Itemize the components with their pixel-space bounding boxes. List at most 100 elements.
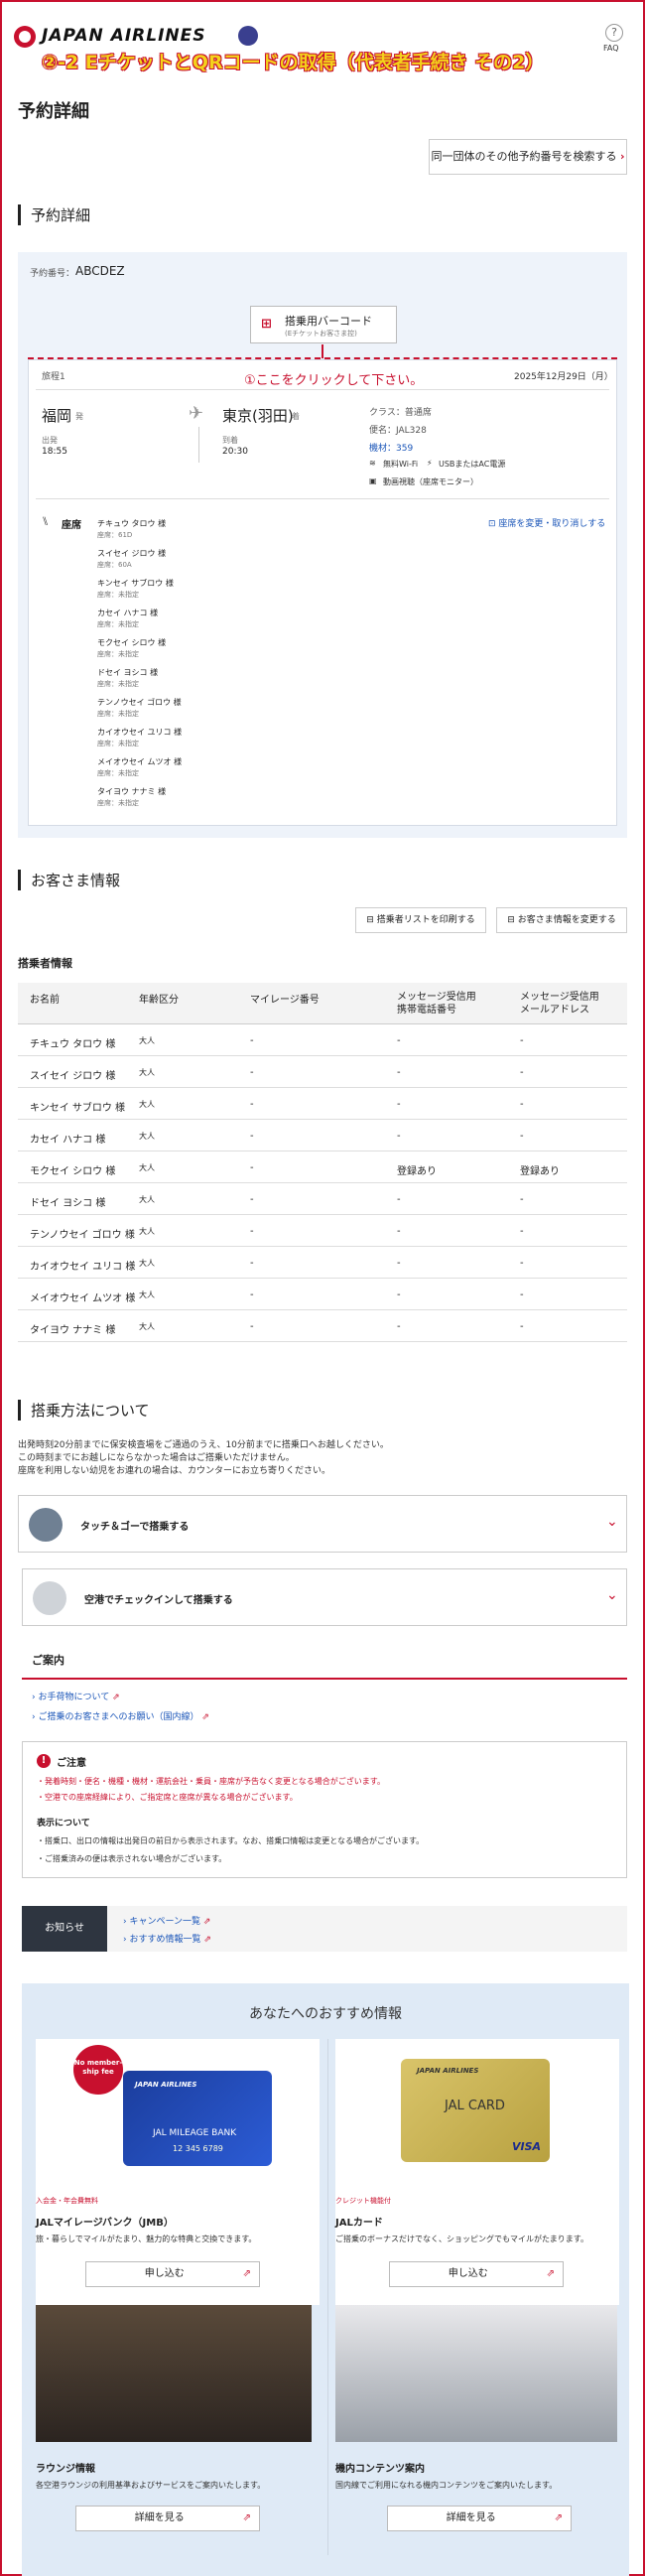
- section-customer-title: お客さま情報: [18, 870, 120, 890]
- video-label: 動画視聴（座席モニター）: [383, 477, 478, 486]
- annotation-text: ①ここをクリックして下さい。: [244, 373, 424, 388]
- airplane-icon: ✈: [189, 403, 204, 424]
- recommend-card-inflight[interactable]: 機内コンテンツ案内 国内線でご利用になれる機内コンテンツをご案内いたします。 詳…: [335, 2305, 619, 2565]
- cell-mileage: -: [250, 1226, 254, 1237]
- seat-assignment: 座席：未指定: [97, 680, 139, 688]
- details-button[interactable]: 詳細を見る ⇗: [387, 2506, 572, 2531]
- section-boarding-title: 搭乗方法について: [18, 1400, 150, 1421]
- cell-mileage: -: [250, 1321, 254, 1332]
- barcode-button[interactable]: ⊞ 搭乗用バーコード (Eチケットお客さま控): [250, 306, 397, 343]
- reservation-number: ABCDEZ: [75, 264, 125, 278]
- wifi-label: 無料Wi-Fi: [383, 460, 419, 469]
- divider: [327, 2039, 328, 2555]
- card-number: 12 345 6789: [173, 2144, 223, 2153]
- display-item-text: 搭乗口、出口の情報は出発日の前日から表示されます。なお、搭乗口情報は変更となる場…: [45, 1836, 425, 1845]
- chevron-right-icon: ›: [619, 150, 625, 163]
- change-info-button[interactable]: ⊟ お客さま情報を変更する: [496, 907, 627, 933]
- cell-name: スイセイ ジロウ 様: [30, 1071, 116, 1082]
- display-item-text: ご搭乗済みの便は表示されない場合がございます。: [45, 1854, 227, 1863]
- cell-email: -: [520, 1194, 524, 1205]
- recommend-link[interactable]: › おすすめ情報一覧 ⇗: [123, 1932, 211, 1945]
- campaign-link[interactable]: › キャンペーン一覧 ⇗: [123, 1914, 210, 1927]
- cell-name: ドセイ ヨシコ 様: [30, 1198, 106, 1209]
- guide-link-baggage[interactable]: › お手荷物について ⇗: [32, 1690, 120, 1702]
- details-button[interactable]: 詳細を見る ⇗: [75, 2506, 260, 2531]
- print-list-label: 搭乗者リストを印刷する: [376, 915, 475, 925]
- apply-button[interactable]: 申し込む ⇗: [85, 2261, 260, 2287]
- cell-age: 大人: [139, 1100, 155, 1109]
- recommend-card-jalcard[interactable]: JAPAN AIRLINES JAL CARD VISA クレジット機能付 JA…: [335, 2039, 619, 2305]
- table-row: カイオウセイ ユリコ 様大人 - - -: [18, 1247, 627, 1279]
- print-list-button[interactable]: ⊟ 搭乗者リストを印刷する: [355, 907, 486, 933]
- cell-name: タイヨウ ナナミ 様: [30, 1325, 116, 1336]
- card-desc: ご搭乗のボーナスだけでなく、ショッピングでもマイルがたまります。: [335, 2235, 588, 2243]
- seat-passenger-name: テンノウセイ ゴロウ 様: [97, 698, 182, 707]
- table-row: モクセイ シロウ 様 大人 - 登録あり 登録あり: [18, 1152, 627, 1183]
- cell-email: -: [520, 1035, 524, 1046]
- caution-item: ・空港での座席経緯により、ご指定席と座席が異なる場合がございます。: [37, 1793, 298, 1802]
- cell-phone: -: [397, 1067, 401, 1078]
- jal-crane-logo[interactable]: [14, 26, 36, 48]
- external-icon: ⇗: [546, 2268, 555, 2279]
- group-search-button[interactable]: 同一団体のその他予約番号を検索する ›: [429, 139, 627, 175]
- warning-icon: !: [37, 1754, 51, 1768]
- card-tag: 入会金・年会費無料: [36, 2197, 98, 2205]
- globe-icon[interactable]: [238, 26, 258, 46]
- seat-class: クラス：普通席: [369, 408, 432, 418]
- checkin-icon: [33, 1581, 66, 1615]
- cell-name: メイオウセイ ムツオ 様: [30, 1293, 136, 1304]
- cell-phone: -: [397, 1194, 401, 1205]
- faq-label[interactable]: FAQ: [603, 44, 619, 53]
- recommend-card-lounge[interactable]: ラウンジ情報 各空港ラウンジの利用基準およびサービスをご案内いたします。 詳細を…: [36, 2305, 320, 2565]
- divider: [36, 498, 609, 499]
- cell-phone: -: [397, 1035, 401, 1046]
- boarding-text: 出発時刻20分前までに保安検査場をご通過のうえ、10分前までに搭乗口へお越しくだ…: [18, 1439, 389, 1478]
- card-tag: クレジット機能付: [335, 2197, 391, 2205]
- guide-link-label: ご搭乗のお客さまへのお願い（国内線）: [38, 1712, 199, 1722]
- news-link-label: キャンペーン一覧: [129, 1917, 201, 1927]
- cell-name: チキュウ タロウ 様: [30, 1039, 116, 1050]
- seat-passenger-name: モクセイ シロウ 様: [97, 638, 167, 647]
- seat-assignment: 座席：未指定: [97, 740, 139, 747]
- cell-phone: -: [397, 1099, 401, 1110]
- seat-heading: 座席: [62, 520, 81, 531]
- wifi-icon: ≋: [369, 459, 376, 468]
- itinerary-label: 旅程1: [42, 372, 65, 382]
- seat-change-link[interactable]: ⊡ 座席を変更・取り消しする: [488, 516, 605, 529]
- chevron-down-icon: ⌄: [606, 1514, 618, 1530]
- cell-phone: -: [397, 1226, 401, 1237]
- cell-age: 大人: [139, 1290, 155, 1299]
- cell-email: 登録あり: [520, 1166, 560, 1177]
- external-icon: ⇗: [203, 1935, 211, 1945]
- apply-button[interactable]: 申し込む ⇗: [389, 2261, 564, 2287]
- recommend-title: あなたへのおすすめ情報: [249, 2006, 402, 2022]
- departure-time: 18:55: [42, 447, 67, 457]
- news-label: お知らせ: [22, 1906, 107, 1952]
- cell-mileage: -: [250, 1067, 254, 1078]
- cell-phone: -: [397, 1321, 401, 1332]
- seat-passenger-name: チキュウ タロウ 様: [97, 519, 167, 528]
- faq-icon[interactable]: ?: [605, 24, 623, 42]
- table-row: ドセイ ヨシコ 様 大人 - - -: [18, 1183, 627, 1215]
- recommend-card-jmb[interactable]: JAPAN AIRLINES JAL MILEAGE BANK 12 345 6…: [36, 2039, 320, 2305]
- apply-label: 申し込む: [448, 2268, 488, 2279]
- boarding-line: この時刻までにお越しにならなかった場合はご搭乗いただけません。: [18, 1453, 295, 1463]
- itinerary-date: 2025年12月29日（月）: [514, 372, 613, 382]
- card-title: JALマイレージバンク（JMB）: [36, 2218, 174, 2229]
- seat-assignment: 座席：未指定: [97, 799, 139, 807]
- barcode-icon: ⊞: [261, 317, 272, 332]
- cell-age: 大人: [139, 1036, 155, 1045]
- header-email: メッセージ受信用 メールアドレス: [520, 992, 599, 1016]
- aircraft-link[interactable]: 機材：359: [369, 441, 413, 454]
- card-title: JALカード: [335, 2218, 383, 2229]
- header-mileage: マイレージ番号: [250, 995, 320, 1006]
- accordion-checkin[interactable]: 空港でチェックインして搭乗する ⌄: [22, 1568, 627, 1626]
- seat-passenger-name: ドセイ ヨシコ 様: [97, 668, 159, 677]
- seat-passenger-name: キンセイ サブロウ 様: [97, 579, 174, 588]
- seat-assignment: 座席：未指定: [97, 710, 139, 718]
- brand-name[interactable]: JAPAN AIRLINES: [42, 26, 206, 46]
- table-row: タイヨウ ナナミ 様 大人 - - -: [18, 1310, 627, 1342]
- accordion-touch-go[interactable]: タッチ＆ゴーで搭乗する ⌄: [18, 1495, 627, 1553]
- card-desc: 国内線でご利用になれる機内コンテンツをご案内いたします。: [335, 2481, 558, 2490]
- guide-link-requests[interactable]: › ご搭乗のお客さまへのお願い（国内線） ⇗: [32, 1709, 209, 1722]
